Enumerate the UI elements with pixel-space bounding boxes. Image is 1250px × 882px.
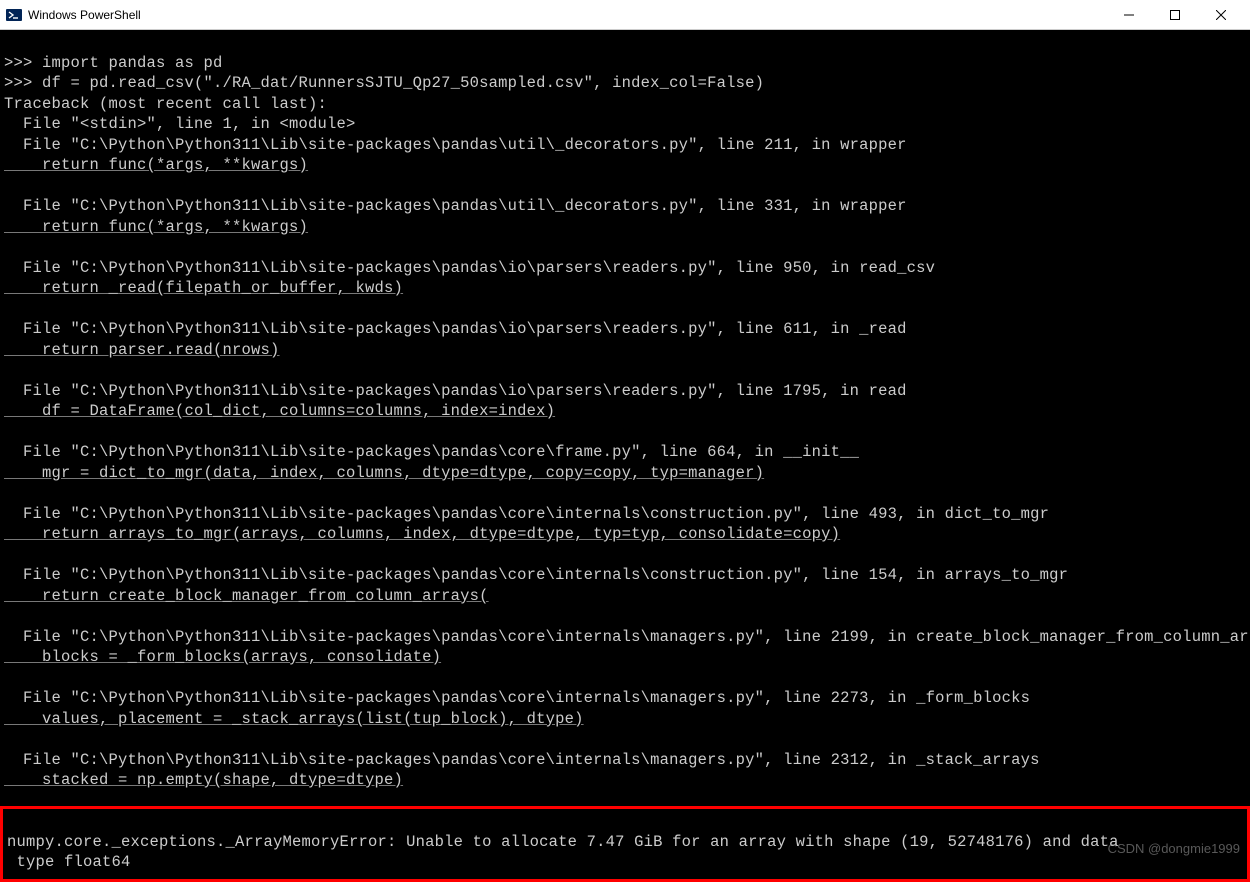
frame-code: values, placement = _stack_arrays(list(t… [4,710,584,728]
frame-code: return parser.read(nrows) [4,341,280,359]
frame-file: File "C:\Python\Python311\Lib\site-packa… [4,197,907,215]
minimize-button[interactable] [1106,0,1152,30]
frame-code: return arrays_to_mgr(arrays, columns, in… [4,525,840,543]
frame-code: return func(*args, **kwargs) [4,156,308,174]
frame-code: blocks = _form_blocks(arrays, consolidat… [4,648,441,666]
window-titlebar: Windows PowerShell [0,0,1250,30]
powershell-icon [6,7,22,23]
frame-code: return _read(filepath_or_buffer, kwds) [4,279,403,297]
terminal-output[interactable]: >>> import pandas as pd >>> df = pd.read… [0,30,1250,793]
frame-file: File "C:\Python\Python311\Lib\site-packa… [4,136,907,154]
frame-file: File "C:\Python\Python311\Lib\site-packa… [4,751,1040,769]
error-line: type float64 [7,853,131,871]
prompt-line: >>> import pandas as pd [4,54,223,72]
frame-code: mgr = dict_to_mgr(data, index, columns, … [4,464,764,482]
error-line: numpy.core._exceptions._ArrayMemoryError… [7,833,1119,851]
frame-file: File "C:\Python\Python311\Lib\site-packa… [4,443,859,461]
frame-file: File "C:\Python\Python311\Lib\site-packa… [4,566,1068,584]
maximize-button[interactable] [1152,0,1198,30]
frame-file: File "C:\Python\Python311\Lib\site-packa… [4,382,907,400]
close-button[interactable] [1198,0,1244,30]
frame-file: File "C:\Python\Python311\Lib\site-packa… [4,259,935,277]
window-title: Windows PowerShell [28,8,1106,22]
frame-file: File "C:\Python\Python311\Lib\site-packa… [4,505,1049,523]
traceback-header: Traceback (most recent call last): [4,95,327,113]
prompt-line: >>> df = pd.read_csv("./RA_dat/RunnersSJ… [4,74,764,92]
window-controls [1106,0,1244,30]
frame-code: stacked = np.empty(shape, dtype=dtype) [4,771,403,789]
error-highlight-box: numpy.core._exceptions._ArrayMemoryError… [0,806,1250,882]
frame-file: File "C:\Python\Python311\Lib\site-packa… [4,320,907,338]
frame-file: File "C:\Python\Python311\Lib\site-packa… [4,628,1250,646]
frame-code: return create_block_manager_from_column_… [4,587,489,605]
frame-code: df = DataFrame(col_dict, columns=columns… [4,402,555,420]
frame-file: File "<stdin>", line 1, in <module> [4,115,356,133]
frame-file: File "C:\Python\Python311\Lib\site-packa… [4,689,1030,707]
frame-code: return func(*args, **kwargs) [4,218,308,236]
